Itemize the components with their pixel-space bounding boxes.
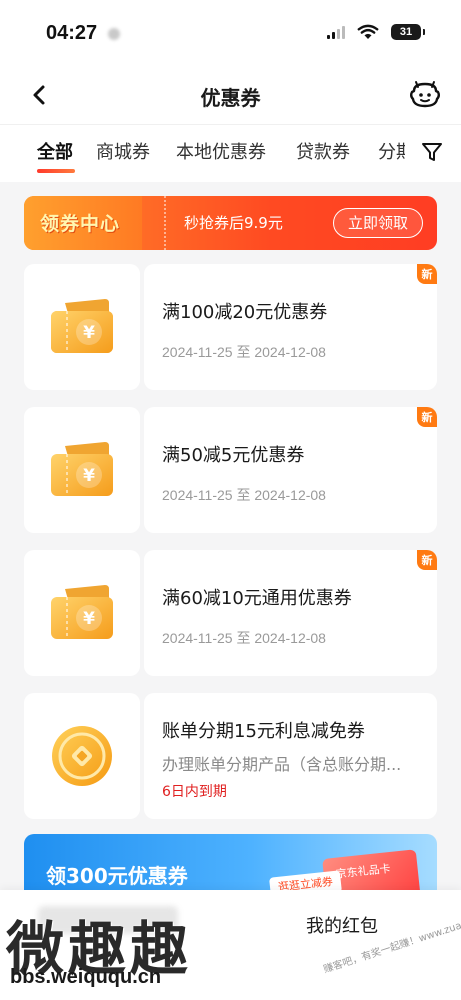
- blurred-status-indicator: [108, 28, 120, 40]
- coupon-validity: 2024-11-25 至 2024-12-08: [162, 344, 326, 360]
- ticket-icon: ¥: [51, 442, 113, 496]
- battery-icon: 31: [391, 24, 425, 40]
- coupon-title: 满60减10元通用优惠券: [162, 588, 352, 609]
- coupon-info: 满50减5元优惠券 2024-11-25 至 2024-12-08 新: [144, 407, 437, 533]
- ticket-icon: ¥: [51, 299, 113, 353]
- coupon-card[interactable]: 账单分期15元利息减免券 办理账单分期产品（含总账分期... 6日内到期: [24, 693, 437, 819]
- tab-installment[interactable]: 分期: [378, 138, 405, 164]
- filter-icon: [422, 143, 442, 161]
- status-icons: 31: [327, 24, 425, 40]
- coupon-icon-area: ¥: [24, 264, 140, 390]
- svg-text:¥: ¥: [83, 466, 95, 486]
- coupon-validity: 2024-11-25 至 2024-12-08: [162, 630, 326, 646]
- tabs-bar: 全部 商城券 本地优惠券 贷款券 分期: [0, 124, 461, 182]
- coupon-info: 满100减20元优惠券 2024-11-25 至 2024-12-08 新: [144, 264, 437, 390]
- filter-button[interactable]: [415, 135, 449, 169]
- tab-local[interactable]: 本地优惠券: [176, 138, 266, 164]
- tab-loan[interactable]: 贷款券: [296, 138, 350, 164]
- coupon-expiry-warning: 6日内到期: [162, 784, 227, 800]
- customer-service-button[interactable]: [409, 80, 441, 110]
- status-bar: 04:27 31: [0, 0, 461, 68]
- coupon-card[interactable]: ¥ 满50减5元优惠券 2024-11-25 至 2024-12-08 新: [24, 407, 437, 533]
- coupon-card[interactable]: ¥ 满60减10元通用优惠券 2024-11-25 至 2024-12-08 新: [24, 550, 437, 676]
- banner-divider: [164, 196, 166, 250]
- watermark-url: bbs.weiququ.cn: [10, 966, 162, 988]
- coupon-center-banner[interactable]: 领券中心 秒抢券后9.9元 立即领取: [24, 196, 437, 250]
- coupon-title: 账单分期15元利息减免券: [162, 721, 365, 742]
- new-badge: 新: [417, 264, 437, 284]
- coupon-title: 满100减20元优惠券: [162, 302, 328, 323]
- coupon-card[interactable]: ¥ 满100减20元优惠券 2024-11-25 至 2024-12-08 新: [24, 264, 437, 390]
- promo-title: 领300元优惠券: [46, 864, 188, 888]
- coin-icon: [52, 726, 112, 786]
- svg-text:¥: ¥: [83, 609, 95, 629]
- coupon-info: 满60减10元通用优惠券 2024-11-25 至 2024-12-08 新: [144, 550, 437, 676]
- tab-all[interactable]: 全部: [37, 138, 73, 164]
- coupon-validity: 2024-11-25 至 2024-12-08: [162, 487, 326, 503]
- robot-icon: [410, 81, 440, 108]
- coupon-icon-area: ¥: [24, 407, 140, 533]
- tabs-scroll[interactable]: 全部 商城券 本地优惠券 贷款券 分期: [0, 125, 405, 183]
- coupon-icon-area: [24, 693, 140, 819]
- coupon-center-subtitle: 秒抢券后9.9元: [184, 214, 283, 232]
- wifi-icon: [357, 24, 379, 39]
- page-title: 优惠券: [200, 86, 261, 110]
- signal-icon: [327, 25, 345, 39]
- new-badge: 新: [417, 550, 437, 570]
- coupon-description: 办理账单分期产品（含总账分期...: [162, 755, 402, 774]
- gift-card-label: 京东礼品卡: [335, 862, 392, 881]
- svg-text:¥: ¥: [83, 323, 95, 343]
- ticket-icon: ¥: [51, 585, 113, 639]
- coupon-center-title: 领券中心: [40, 213, 121, 235]
- tab-mall[interactable]: 商城券: [96, 138, 150, 164]
- nav-bar: 优惠券: [0, 68, 461, 124]
- my-red-packet-link[interactable]: 我的红包: [306, 912, 378, 938]
- coupon-title: 满50减5元优惠券: [162, 445, 305, 466]
- new-badge: 新: [417, 407, 437, 427]
- coupon-info: 账单分期15元利息减免券 办理账单分期产品（含总账分期... 6日内到期: [144, 693, 437, 819]
- active-tab-indicator: [37, 169, 75, 173]
- claim-now-button[interactable]: 立即领取: [332, 208, 423, 238]
- coupon-icon-area: ¥: [24, 550, 140, 676]
- status-time: 04:27: [46, 22, 98, 44]
